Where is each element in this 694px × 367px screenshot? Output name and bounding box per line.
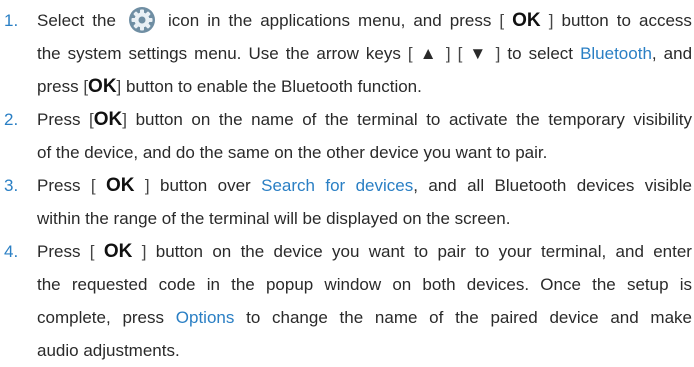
- ok-key: OK: [103, 241, 133, 262]
- step-text: Press [ OK ] button over Search for devi…: [37, 169, 692, 235]
- step-line: Press [ OK ] button on the device you wa…: [37, 241, 692, 262]
- text-segment: button to enable the Bluetooth function.: [126, 77, 422, 96]
- step-number: 2.: [4, 110, 19, 129]
- step-text: Press [ OK ] button on the device you wa…: [37, 235, 692, 367]
- text-segment: press: [37, 77, 79, 96]
- step-line: Press [OK] button on the name of the ter…: [37, 109, 692, 130]
- settings-gear-icon: [126, 6, 158, 34]
- step-line: of the device, and do the same on the ot…: [37, 136, 692, 169]
- text-segment: , and all Bluetooth devices visible: [413, 176, 692, 195]
- text-segment: Press: [37, 176, 81, 195]
- text-segment: button on the name of the terminal to ac…: [135, 110, 692, 129]
- text-segment: to change the name of the paired device …: [246, 308, 692, 327]
- down-arrow-key: ▼: [469, 44, 489, 63]
- search-for-devices-term: Search for devices: [261, 176, 414, 195]
- options-term: Options: [175, 308, 235, 327]
- text-segment: Press: [37, 242, 81, 261]
- step-text: Select the icon in the applications menu…: [37, 4, 692, 103]
- step-line: the system settings menu. Use the arrow …: [37, 44, 693, 63]
- step-line: Press [ OK ] button over Search for devi…: [37, 175, 692, 196]
- text-segment: audio adjustments.: [37, 341, 180, 360]
- text-segment: Select the: [37, 11, 116, 30]
- text-segment: button on the device you want to pair to…: [155, 242, 692, 261]
- ok-key: OK: [512, 10, 541, 31]
- text-segment: , and: [651, 44, 693, 63]
- text-segment: icon in the applications menu, and press: [168, 11, 492, 30]
- text-segment: within the range of the terminal will be…: [37, 209, 511, 228]
- text-segment: the requested code in the popup window o…: [37, 275, 692, 294]
- ok-key: OK: [93, 109, 123, 130]
- step-line: complete, press Options to change the na…: [37, 301, 692, 334]
- step-text: Press [OK] button on the name of the ter…: [37, 103, 692, 169]
- step-number: 3.: [4, 176, 19, 195]
- up-arrow-key: ▲: [419, 44, 439, 63]
- step-line: audio adjustments.: [37, 334, 692, 367]
- step-number: 1.: [4, 11, 19, 30]
- ok-key: OK: [105, 175, 135, 196]
- text-segment: to select: [507, 44, 574, 63]
- text-segment: of the device, and do the same on the ot…: [37, 143, 548, 162]
- step-line: within the range of the terminal will be…: [37, 202, 692, 235]
- step-line: the requested code in the popup window o…: [37, 268, 692, 301]
- ok-key: OK: [88, 76, 117, 97]
- step-number: 4.: [4, 242, 19, 261]
- text-segment: the system settings menu. Use the arrow …: [37, 44, 401, 63]
- text-segment: button over: [160, 176, 251, 195]
- text-segment: Press: [37, 110, 81, 129]
- text-segment: complete, press: [37, 308, 165, 327]
- step-line: Select the icon in the applications menu…: [37, 4, 692, 37]
- step-line: press [OK] button to enable the Bluetoot…: [37, 76, 422, 97]
- bluetooth-term: Bluetooth: [580, 44, 652, 63]
- text-segment: button to access: [561, 11, 692, 30]
- instruction-steps: 1. Select the icon in the applications m…: [0, 0, 694, 360]
